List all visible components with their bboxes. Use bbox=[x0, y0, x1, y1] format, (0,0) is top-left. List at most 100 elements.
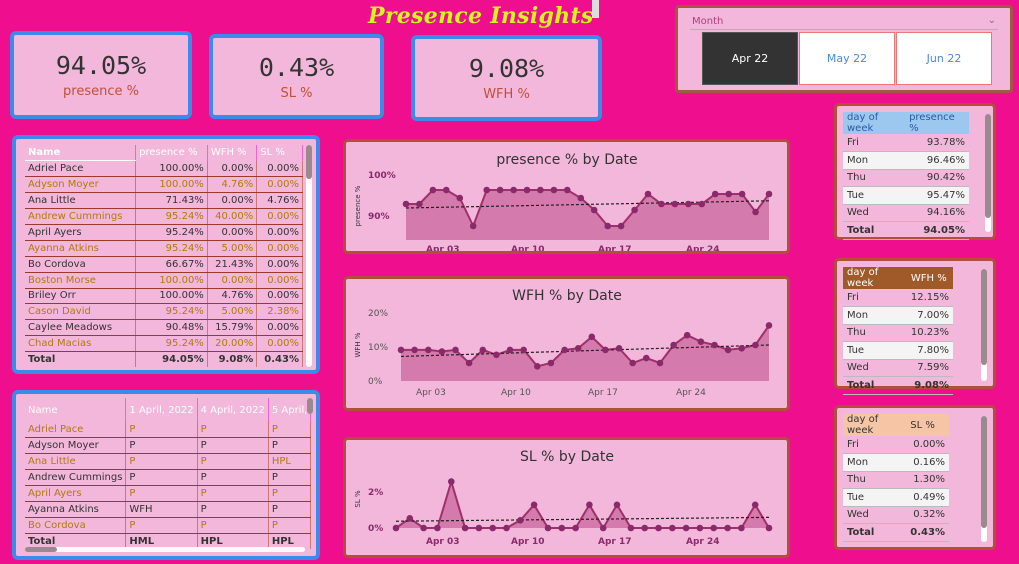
slicer-option-may22[interactable]: May 22 bbox=[799, 32, 895, 85]
table-row[interactable]: Briley Orr 100.00% 4.76% 0.00% bbox=[25, 288, 303, 305]
table-row[interactable]: Mon 96.46% bbox=[843, 151, 969, 170]
col-header-day[interactable]: day of week bbox=[843, 112, 905, 134]
vertical-scrollbar[interactable] bbox=[307, 398, 313, 414]
metric-cell: 95.24% bbox=[135, 224, 208, 241]
table-row[interactable]: Wed 0.32% bbox=[843, 506, 949, 524]
status-cell: P bbox=[125, 453, 198, 471]
table-row[interactable]: Andrew Cummings P P P bbox=[25, 469, 312, 487]
table-row[interactable]: Wed 94.16% bbox=[843, 204, 969, 222]
metric-cell: 0.00% bbox=[256, 288, 303, 305]
data-point bbox=[725, 190, 732, 198]
col-header-day[interactable]: day of week bbox=[843, 267, 907, 289]
data-point bbox=[411, 346, 418, 354]
data-point bbox=[489, 524, 496, 532]
data-point bbox=[752, 208, 759, 216]
scrollbar-thumb[interactable] bbox=[25, 547, 57, 552]
scrollbar-thumb[interactable] bbox=[306, 145, 312, 179]
drag-handle[interactable] bbox=[592, 0, 599, 18]
table-row[interactable]: Ayanna Atkins WFH P P bbox=[25, 501, 312, 518]
table-row[interactable]: Boston Morse 100.00% 0.00% 0.00% bbox=[25, 272, 303, 289]
col-header-wfh[interactable]: WFH % bbox=[207, 145, 258, 161]
data-point bbox=[670, 341, 677, 349]
table-row[interactable]: Adriel Pace 100.00% 0.00% 0.00% bbox=[25, 160, 303, 178]
metric-cell: 0.00% bbox=[256, 224, 303, 241]
table-row[interactable]: Ayanna Atkins 95.24% 5.00% 0.00% bbox=[25, 240, 303, 257]
col-header-sl[interactable]: SL % bbox=[906, 414, 949, 436]
horizontal-scrollbar[interactable] bbox=[25, 547, 305, 552]
vertical-scrollbar[interactable] bbox=[981, 269, 987, 381]
table-row[interactable]: Adriel Pace P P P bbox=[25, 422, 312, 439]
scrollbar-thumb[interactable] bbox=[985, 114, 991, 218]
data-point bbox=[517, 517, 524, 524]
scrollbar-thumb[interactable] bbox=[981, 416, 987, 528]
table-row[interactable]: Adyson Moyer P P P bbox=[25, 437, 312, 455]
col-header-day[interactable]: day of week bbox=[843, 414, 906, 436]
data-point bbox=[402, 200, 410, 208]
y-tick-label: 90% bbox=[368, 212, 390, 222]
table-row[interactable]: Fri 93.78% bbox=[843, 134, 969, 152]
vertical-scrollbar[interactable] bbox=[985, 114, 991, 232]
table-row[interactable]: Tue 95.47% bbox=[843, 186, 969, 205]
col-header-date[interactable]: 5 April, bbox=[268, 398, 312, 422]
slicer-option-apr22[interactable]: Apr 22 bbox=[702, 32, 798, 85]
status-cell: P bbox=[268, 422, 312, 439]
table-row[interactable]: April Ayers P P P bbox=[25, 485, 312, 502]
table-row[interactable]: Fri 12.15% bbox=[843, 289, 953, 307]
employee-name-cell: Adriel Pace bbox=[25, 160, 137, 178]
data-point bbox=[438, 348, 446, 355]
col-header-presence[interactable]: presence % bbox=[905, 112, 969, 134]
table-row[interactable]: Tue 0.49% bbox=[843, 488, 949, 507]
employee-name-cell: Bo Cordova bbox=[25, 517, 127, 534]
col-header-name[interactable]: Name bbox=[25, 398, 127, 422]
status-cell: P bbox=[197, 453, 269, 471]
scrollbar-thumb[interactable] bbox=[981, 269, 987, 365]
col-header-presence[interactable]: presence % bbox=[135, 145, 208, 161]
col-header-sl[interactable]: SL % bbox=[256, 145, 303, 161]
table-row[interactable]: April Ayers 95.24% 0.00% 0.00% bbox=[25, 224, 303, 241]
total-cell: Total bbox=[843, 523, 907, 542]
value-cell: 7.80% bbox=[906, 341, 953, 360]
data-point bbox=[452, 346, 459, 354]
metric-cell: 0.00% bbox=[256, 272, 303, 289]
data-point bbox=[683, 331, 691, 339]
table-row[interactable]: Bo Cordova P P P bbox=[25, 517, 312, 534]
table-row[interactable]: Caylee Meadows 90.48% 15.79% 0.00% bbox=[25, 319, 303, 337]
data-point bbox=[561, 346, 568, 354]
chart-title: WFH % by Date bbox=[512, 288, 622, 304]
table-row[interactable]: Bo Cordova 66.67% 21.43% 0.00% bbox=[25, 256, 303, 273]
chevron-down-icon[interactable]: ⌄ bbox=[988, 15, 996, 26]
data-point bbox=[751, 501, 759, 509]
table-row[interactable]: Tue 7.80% bbox=[843, 341, 953, 360]
data-point bbox=[574, 345, 582, 352]
table-row[interactable]: Fri 0.00% bbox=[843, 436, 949, 454]
data-point bbox=[765, 524, 773, 532]
col-header-date[interactable]: 4 April, 2022 bbox=[197, 398, 269, 422]
vertical-scrollbar[interactable] bbox=[306, 145, 312, 367]
table-row[interactable]: Andrew Cummings 95.24% 40.00% 0.00% bbox=[25, 208, 303, 225]
table-row[interactable]: Adyson Moyer 100.00% 4.76% 0.00% bbox=[25, 176, 303, 194]
sl-by-date-chart: SL % by Date SL % 2% 0% Apr 03 Apr 10 Apr 17 Ap… bbox=[354, 449, 773, 547]
data-point bbox=[530, 501, 538, 509]
table-row[interactable]: Chad Macias 95.24% 20.00% 0.00% bbox=[25, 335, 303, 353]
table-row[interactable]: Ana Little P P HPL bbox=[25, 453, 312, 471]
slicer-option-jun22[interactable]: Jun 22 bbox=[896, 32, 992, 85]
table-row[interactable]: Ana Little 71.43% 0.00% 4.76% bbox=[25, 192, 303, 210]
table-row[interactable]: Wed 7.59% bbox=[843, 359, 953, 377]
value-cell: 93.78% bbox=[905, 134, 969, 152]
table-row[interactable]: Cason David 95.24% 5.00% 2.38% bbox=[25, 303, 303, 321]
x-tick-label: Apr 10 bbox=[511, 537, 545, 547]
data-point bbox=[483, 186, 490, 194]
vertical-scrollbar[interactable] bbox=[981, 416, 987, 542]
month-slicer: Month ⌄ Apr 22 May 22 Jun 22 bbox=[675, 5, 1013, 93]
table-row[interactable]: Mon 0.16% bbox=[843, 453, 949, 472]
col-header-wfh[interactable]: WFH % bbox=[907, 267, 953, 289]
table-row[interactable]: Thu 90.42% bbox=[843, 169, 969, 187]
col-header-date[interactable]: 1 April, 2022 bbox=[125, 398, 198, 422]
scrollbar-thumb[interactable] bbox=[307, 398, 313, 414]
table-row[interactable]: Mon 7.00% bbox=[843, 306, 953, 325]
day-cell: Tue bbox=[843, 186, 906, 205]
data-point bbox=[724, 346, 732, 354]
col-header-name[interactable]: Name bbox=[25, 145, 137, 162]
table-row[interactable]: Thu 10.23% bbox=[843, 324, 953, 342]
table-row[interactable]: Thu 1.30% bbox=[843, 471, 949, 489]
